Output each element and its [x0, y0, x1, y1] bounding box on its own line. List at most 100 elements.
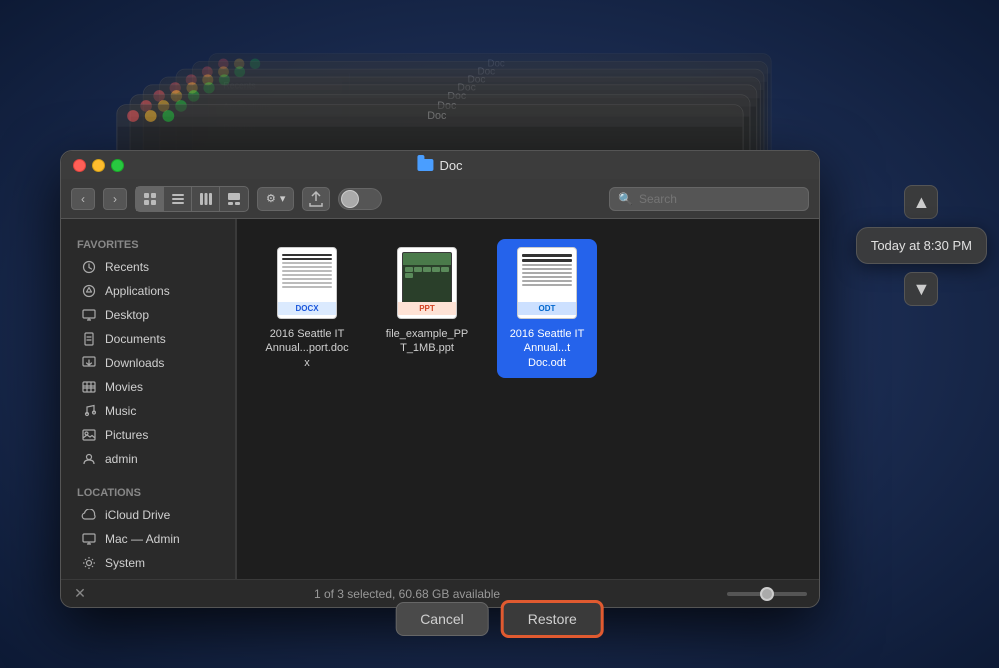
view-list-button[interactable]: [164, 187, 192, 211]
traffic-lights: [73, 159, 124, 172]
sidebar-item-recents[interactable]: Recents: [65, 255, 231, 279]
file-item-odt[interactable]: 2016 Seattle IT Annual...t Doc.odt: [497, 239, 597, 378]
system-label: System: [105, 556, 145, 570]
ppt-cell: [441, 267, 449, 272]
sidebar-item-icloud[interactable]: iCloud Drive: [65, 503, 231, 527]
back-button[interactable]: ‹: [71, 188, 95, 210]
downloads-label: Downloads: [105, 356, 164, 370]
docx-line: [282, 254, 332, 256]
icloud-label: iCloud Drive: [105, 508, 170, 522]
odt-line: [522, 280, 572, 282]
sidebar-item-mac[interactable]: Mac — Admin: [65, 527, 231, 551]
pictures-icon: [81, 427, 97, 443]
odt-line: [522, 259, 572, 262]
action-caret: ▾: [280, 192, 286, 205]
main-window: Doc ‹ ›: [60, 150, 820, 608]
docx-line: [282, 274, 332, 276]
forward-button[interactable]: ›: [103, 188, 127, 210]
sidebar-item-music[interactable]: Music: [65, 399, 231, 423]
docx-line: [282, 270, 332, 272]
view-columns-button[interactable]: [192, 187, 220, 211]
toggle-button[interactable]: [338, 188, 382, 210]
search-box: 🔍: [609, 187, 809, 211]
pictures-label: Pictures: [105, 428, 148, 442]
file-item-docx[interactable]: 2016 Seattle IT Annual...port.docx: [257, 239, 357, 378]
file-name-odt: 2016 Seattle IT Annual...t Doc.odt: [505, 327, 589, 370]
desktop-label: Desktop: [105, 308, 149, 322]
docx-icon: [277, 247, 337, 319]
documents-icon: [81, 331, 97, 347]
share-button[interactable]: [302, 187, 330, 211]
notification-down-button[interactable]: ▼: [904, 272, 938, 306]
slider-track[interactable]: [727, 592, 807, 596]
status-close-button[interactable]: ✕: [73, 587, 87, 601]
music-label: Music: [105, 404, 136, 418]
recents-icon: [81, 259, 97, 275]
applications-icon: [81, 283, 97, 299]
toolbar: ‹ ›: [61, 179, 819, 219]
odt-line: [522, 276, 572, 278]
view-buttons-group: [135, 186, 249, 212]
movies-label: Movies: [105, 380, 143, 394]
docx-line: [282, 262, 332, 264]
minimize-button[interactable]: [92, 159, 105, 172]
bg-window-title-7: Doc: [141, 110, 733, 122]
action-button[interactable]: ⚙ ▾: [257, 187, 294, 211]
slider-thumb: [760, 587, 774, 601]
locations-label: Locations: [61, 487, 235, 499]
recents-label: Recents: [105, 260, 149, 274]
odt-line: [522, 268, 572, 270]
sidebar-item-movies[interactable]: Movies: [65, 375, 231, 399]
admin-icon: [81, 451, 97, 467]
zoom-slider: [727, 592, 807, 596]
ppt-cell: [405, 273, 413, 278]
docx-line: [282, 282, 332, 284]
titlebar: Doc: [61, 151, 819, 179]
maximize-button[interactable]: [111, 159, 124, 172]
system-icon: [81, 555, 97, 571]
docx-line: [282, 286, 332, 288]
downloads-icon: [81, 355, 97, 371]
music-icon: [81, 403, 97, 419]
content-area: Favorites Recents Application: [61, 219, 819, 579]
icloud-icon: [81, 507, 97, 523]
view-icon-button[interactable]: [136, 187, 164, 211]
sidebar-item-documents[interactable]: Documents: [65, 327, 231, 351]
ppt-cell: [405, 267, 413, 272]
odt-line: [522, 272, 572, 274]
search-input[interactable]: [639, 192, 800, 206]
docx-lines: [278, 248, 336, 318]
window-title: Doc: [417, 158, 462, 173]
mac-icon: [81, 531, 97, 547]
file-name-docx: 2016 Seattle IT Annual...port.docx: [265, 327, 349, 370]
sidebar-item-applications[interactable]: Applications: [65, 279, 231, 303]
sidebar-item-desktop[interactable]: Desktop: [65, 303, 231, 327]
odt-lines: [518, 248, 576, 318]
docx-line: [282, 258, 332, 260]
ppt-slide-header: [403, 253, 451, 265]
ppt-cell: [423, 267, 431, 272]
folder-icon: [417, 159, 433, 171]
notification-time: Today at 8:30 PM: [856, 227, 987, 264]
docx-line: [282, 266, 332, 268]
cancel-button[interactable]: Cancel: [395, 602, 489, 636]
toggle-knob: [341, 190, 359, 208]
ppt-icon: [397, 247, 457, 319]
sidebar-item-system[interactable]: System: [65, 551, 231, 575]
gear-icon: ⚙: [266, 192, 276, 205]
restore-button[interactable]: Restore: [501, 600, 604, 638]
sidebar-item-admin[interactable]: admin: [65, 447, 231, 471]
favorites-label: Favorites: [61, 239, 235, 251]
sidebar: Favorites Recents Application: [61, 219, 236, 579]
ppt-slide-body: [403, 265, 451, 280]
view-gallery-button[interactable]: [220, 187, 248, 211]
odt-icon: [517, 247, 577, 319]
notification-up-button[interactable]: ▲: [904, 185, 938, 219]
notification-popup: ▲ Today at 8:30 PM ▼: [856, 185, 987, 306]
close-button[interactable]: [73, 159, 86, 172]
file-item-ppt[interactable]: file_example_PPT_1MB.ppt: [377, 239, 477, 364]
docx-line: [282, 278, 332, 280]
sidebar-item-downloads[interactable]: Downloads: [65, 351, 231, 375]
sidebar-item-pictures[interactable]: Pictures: [65, 423, 231, 447]
search-icon: 🔍: [618, 192, 633, 206]
